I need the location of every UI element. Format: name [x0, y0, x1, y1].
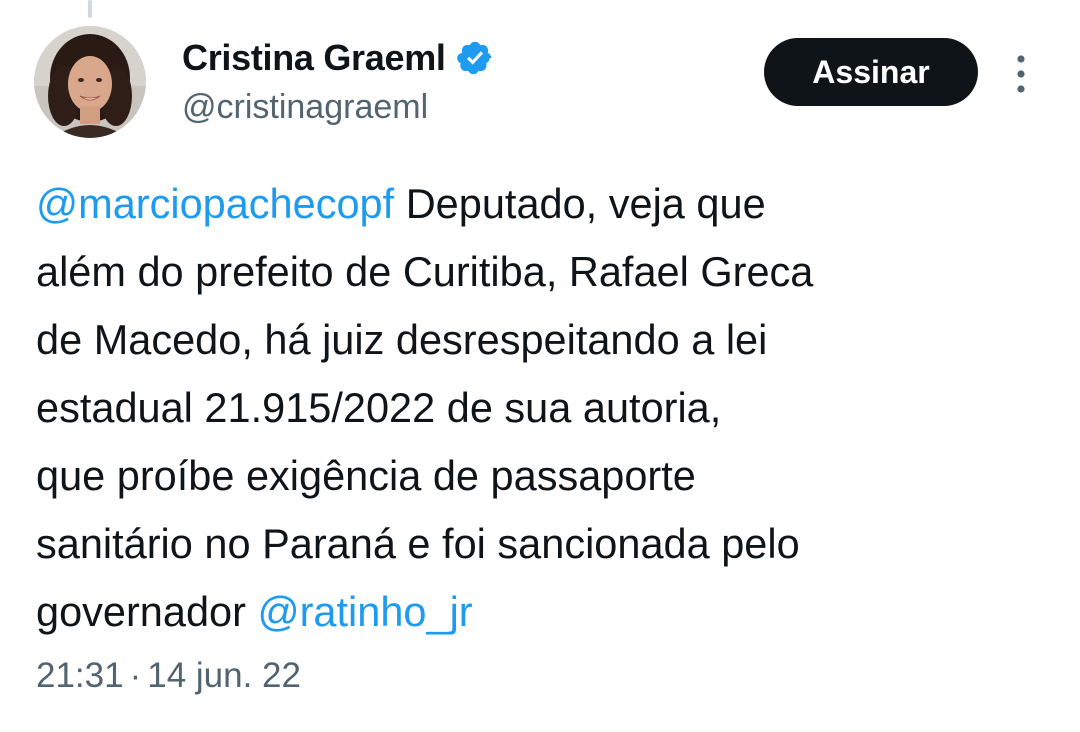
tweet-timestamp[interactable]: 21:31 · 14 jun. 22 — [36, 656, 301, 696]
mention-link[interactable]: @ratinho_jr — [257, 588, 472, 635]
thread-connector-line — [88, 0, 92, 18]
tweet-time: 21:31 — [36, 656, 124, 695]
author-display-name[interactable]: Cristina Graeml — [182, 37, 446, 79]
tweet-date: 14 jun. 22 — [147, 656, 301, 695]
tweet-text: Deputado, veja que além do prefeito de C… — [36, 180, 814, 635]
author-names: Cristina Graeml @cristinagraeml — [182, 36, 494, 127]
author-handle[interactable]: @cristinagraeml — [182, 88, 494, 127]
more-vertical-icon[interactable] — [1006, 52, 1036, 96]
verified-badge-icon[interactable] — [456, 39, 494, 77]
subscribe-button[interactable]: Assinar — [764, 38, 978, 106]
display-name-row: Cristina Graeml — [182, 36, 494, 80]
mention-link[interactable]: @marciopachecopf — [36, 180, 394, 227]
tweet-body: @marciopachecopf Deputado, veja que além… — [36, 170, 1046, 646]
tweet-header: Cristina Graeml @cristinagraeml Assinar — [34, 26, 1054, 142]
profile-photo — [34, 26, 146, 138]
meta-separator: · — [129, 656, 142, 695]
avatar[interactable] — [34, 26, 146, 138]
